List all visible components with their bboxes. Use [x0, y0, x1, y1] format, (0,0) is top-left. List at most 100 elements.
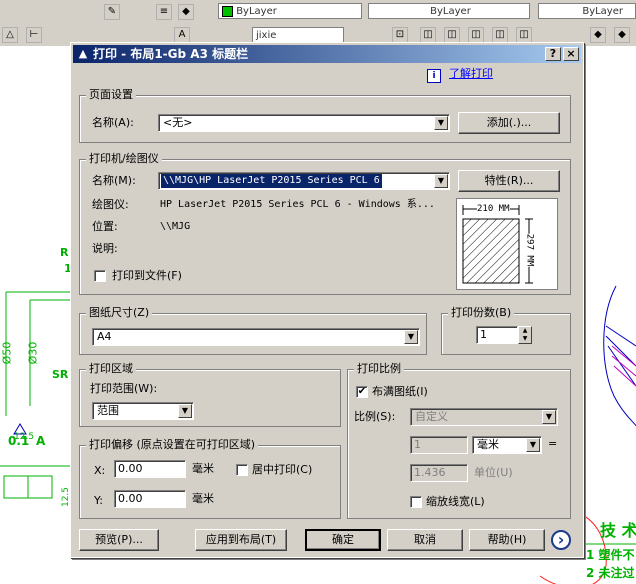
canvas-text: 1 塑件不 [586, 548, 635, 562]
plot-offset-label: 打印偏移 (原点设置在可打印区域) [86, 438, 259, 452]
canvas-text: 技 术 [600, 521, 636, 540]
paper-size-group: 图纸尺寸(Z) A4 ▼ [79, 306, 427, 355]
scale-combo[interactable]: 自定义 ▼ [410, 408, 558, 426]
canvas-text: A [36, 434, 46, 448]
scale-value: 自定义 [415, 410, 448, 423]
center-plot-label: 居中打印(C) [252, 463, 313, 476]
printer-name-combo[interactable]: \\MJG\HP LaserJet P2015 Series PCL 6 ▼ [158, 172, 450, 190]
more-options-icon[interactable]: › [551, 530, 571, 550]
layer-states-icon[interactable]: ≡ [156, 4, 172, 20]
scale-lineweights-label: 缩放线宽(L) [426, 495, 485, 508]
copies-input[interactable]: 1 [476, 326, 518, 344]
copies-label: 打印份数(B) [448, 306, 515, 320]
offset-x-unit: 毫米 [192, 462, 214, 475]
layer-previous-icon[interactable]: ◆ [178, 4, 194, 20]
page-setup-group: 页面设置 名称(A): <无> ▼ 添加(.)... [79, 88, 571, 143]
text-style-icon[interactable]: A [174, 27, 190, 43]
printer-name-value: \\MJG\HP LaserJet P2015 Series PCL 6 [161, 174, 382, 188]
lineweight-value: ByLayer [582, 6, 623, 17]
printer-name-label: 名称(M): [92, 174, 136, 187]
chevron-down-icon[interactable]: ▼ [526, 438, 540, 452]
color-value: ByLayer [236, 6, 277, 17]
match-properties-icon[interactable]: ✎ [104, 4, 120, 20]
scale-unit-combo[interactable]: 毫米 ▼ [472, 436, 542, 454]
add-button[interactable]: 添加(.)... [458, 112, 560, 134]
canvas-text: 2 未注过 [586, 566, 635, 580]
plot-area-label: 打印区域 [86, 362, 136, 376]
plot-area-group: 打印区域 打印范围(W): 范围 ▼ [79, 362, 341, 427]
canvas-text: SR [52, 368, 69, 381]
paper-preview: 210 MM 297 MM [456, 198, 558, 290]
top-toolbar: ✎ ≡ ◆ ByLayer ByLayer ByLayer [0, 0, 636, 25]
iso-view-icon[interactable]: ◆ [590, 27, 606, 43]
help-button[interactable]: 帮助(H) [469, 529, 545, 551]
scale-lineweights-checkbox[interactable] [410, 496, 422, 508]
offset-x-label: X: [94, 464, 106, 477]
learn-printing-link[interactable]: 了解打印 [449, 67, 493, 81]
properties-button[interactable]: 特性(R)... [458, 170, 560, 192]
iso-view2-icon[interactable]: ◆ [614, 27, 630, 43]
chevron-down-icon[interactable]: ▼ [542, 410, 556, 424]
offset-y-input[interactable]: 0.00 [114, 490, 186, 508]
close-button[interactable]: × [563, 47, 579, 61]
scale-drawing-input[interactable]: 1.436 [410, 464, 468, 482]
chevron-down-icon[interactable]: ▼ [178, 404, 192, 418]
plot-range-value: 范围 [97, 404, 119, 417]
chevron-down-icon[interactable]: ▼ [404, 330, 418, 344]
offset-y-label: Y: [94, 494, 103, 507]
canvas-text: 0.1 [8, 434, 30, 448]
location-value: \\MJG [160, 221, 191, 232]
scale-label: 比例(S): [354, 410, 396, 423]
fit-to-paper-checkbox[interactable]: ✔ [356, 386, 368, 398]
paper-size-label: 图纸尺寸(Z) [86, 306, 153, 320]
location-label: 位置: [92, 220, 118, 233]
cube-right-icon[interactable]: ◫ [492, 27, 508, 43]
dialog-title: 打印 - 布局1-Gb A3 标题栏 [93, 47, 249, 61]
offset-y-unit: 毫米 [192, 492, 214, 505]
chevron-down-icon[interactable]: ▼ [434, 116, 448, 130]
center-plot-checkbox[interactable] [236, 464, 248, 476]
chevron-down-icon[interactable]: ▼ [434, 174, 448, 188]
plotter-value: HP LaserJet P2015 Series PCL 6 - Windows… [160, 199, 435, 210]
scale-unit-value: 毫米 [477, 438, 499, 451]
copies-spinner[interactable]: ▲ ▼ [518, 326, 532, 344]
linear-dim-icon[interactable]: ⊢ [26, 27, 42, 43]
preview-button[interactable]: 预览(P)... [79, 529, 159, 551]
color-combo[interactable]: ByLayer [218, 3, 362, 19]
canvas-text: Ø30 [26, 341, 40, 365]
linetype-combo[interactable]: ByLayer [368, 3, 530, 19]
page-setup-name-label: 名称(A): [92, 116, 134, 129]
preview-height-label: 297 MM [522, 233, 537, 267]
paper-size-combo[interactable]: A4 ▼ [92, 328, 420, 346]
print-to-file-checkbox[interactable] [94, 270, 106, 282]
description-label: 说明: [92, 242, 118, 255]
offset-x-input[interactable]: 0.00 [114, 460, 186, 478]
autocad-icon: ▲ [78, 47, 88, 60]
dialog-titlebar[interactable]: ▲ 打印 - 布局1-Gb A3 标题栏 ? × [73, 45, 581, 63]
preview-width-label: 210 MM [477, 202, 510, 216]
cube-front-icon[interactable]: ◫ [444, 27, 460, 43]
dimension-icon[interactable]: △ [2, 27, 18, 43]
linetype-value: ByLayer [430, 6, 471, 17]
printer-group: 打印机/绘图仪 名称(M): \\MJG\HP LaserJet P2015 S… [79, 152, 571, 295]
help-title-button[interactable]: ? [545, 47, 561, 61]
cube-left-icon[interactable]: ◫ [468, 27, 484, 43]
cube-top-icon[interactable]: ◫ [420, 27, 436, 43]
view-icon[interactable]: ⊡ [392, 27, 408, 43]
plot-range-combo[interactable]: 范围 ▼ [92, 402, 194, 420]
lineweight-combo[interactable]: ByLayer [538, 3, 636, 19]
cube-back-icon[interactable]: ◫ [516, 27, 532, 43]
page-setup-name-combo[interactable]: <无> ▼ [158, 114, 450, 132]
plot-dialog: ▲ 打印 - 布局1-Gb A3 标题栏 ? × i 了解打印 页面设置 名称(… [70, 42, 584, 558]
info-icon: i [427, 69, 441, 83]
plot-scale-group: 打印比例 ✔ 布满图纸(I) 比例(S): 自定义 ▼ 1 毫米 ▼ = 1.4… [347, 362, 571, 519]
cancel-button[interactable]: 取消 [387, 529, 463, 551]
apply-to-layout-button[interactable]: 应用到布局(T) [195, 529, 287, 551]
plot-range-label: 打印范围(W): [90, 382, 158, 395]
ok-button[interactable]: 确定 [305, 529, 381, 551]
page-setup-name-value: <无> [163, 116, 193, 129]
scale-paper-input[interactable]: 1 [410, 436, 468, 454]
scale-units-label: 单位(U) [474, 466, 513, 479]
plot-offset-group: 打印偏移 (原点设置在可打印区域) X: 0.00 毫米 居中打印(C) Y: … [79, 438, 341, 519]
style-combo[interactable]: jixie [252, 27, 344, 43]
